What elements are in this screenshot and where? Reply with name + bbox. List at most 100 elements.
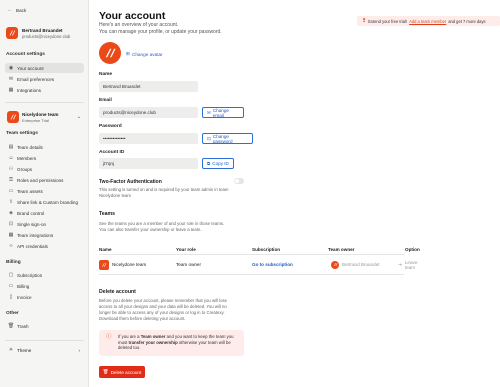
account-id-label: Account ID	[99, 150, 125, 155]
chevron-down-icon: ⌄	[76, 114, 81, 120]
go-to-subscription-link[interactable]: Go to subscription	[252, 255, 293, 274]
section-title-other: Other	[6, 311, 19, 316]
banner-prefix: Extend your free trial!	[368, 18, 408, 24]
page-subtitle-2: You can manage your profile, or update y…	[99, 29, 222, 35]
arrow-left-icon: ←	[7, 7, 13, 13]
sidebar-item-trash[interactable]: 🗑 Trash	[5, 321, 84, 331]
team-logo	[99, 259, 109, 270]
theme-label: Theme	[17, 347, 32, 353]
account-id-field: jt7qnj	[99, 158, 198, 169]
sidebar-item-team-details[interactable]: ▤ Team details	[5, 142, 84, 152]
column-header-subscription: Subscription	[252, 247, 281, 252]
name-label: Name	[99, 72, 113, 77]
sidebar-item-share-link[interactable]: ⇪ Share link & Custom branding	[5, 197, 84, 207]
sidebar-item-roles[interactable]: ⚿ Roles and permissions	[5, 175, 84, 185]
sidebar-item-members[interactable]: ☺ Members	[5, 153, 84, 163]
sidebar-item-email-preferences[interactable]: ✉ Email preferences	[5, 74, 84, 84]
add-team-member-link[interactable]: Add a team member	[409, 19, 446, 24]
user-name: Bertrand Bruandet	[22, 27, 63, 33]
box-icon: ▢	[8, 272, 14, 278]
sidebar-item-integrations[interactable]: ▦ Integrations	[5, 85, 84, 95]
table-row: Nicelydone team Team owner Go to subscri…	[99, 254, 417, 275]
mail-icon: ✉	[8, 76, 14, 82]
user-avatar	[6, 27, 18, 39]
image-icon: ⊞	[126, 51, 130, 56]
leave-team-button[interactable]: ⇥ Leave team	[398, 255, 417, 274]
section-title-account: Account settings	[6, 52, 45, 57]
sidebar-item-team-integrations[interactable]: ▦ Team integrations	[5, 230, 84, 240]
page-title: Your account	[99, 10, 166, 22]
sidebar-item-api-credentials[interactable]: ‹› API credentials	[5, 241, 84, 251]
brand-logo-icon	[333, 263, 337, 266]
ownership-alert: ⓘ If you are a Team owner and you want t…	[99, 330, 244, 356]
copy-icon: ⧉	[207, 161, 211, 166]
email-label: Email	[99, 98, 112, 103]
lock-icon: ⊡	[8, 221, 14, 227]
sidebar-item-sso[interactable]: ⊡ Single sign-on	[5, 219, 84, 229]
team-owner-cell: Bertrand Bruandet	[331, 255, 380, 274]
column-header-owner: Team owner	[328, 247, 355, 252]
change-password-button[interactable]: ⊡ Change password	[202, 133, 253, 144]
copy-id-button[interactable]: ⧉ Copy ID	[202, 158, 234, 169]
change-email-button[interactable]: ✉ Change email	[202, 107, 244, 118]
theme-switcher[interactable]: ☀ Theme ›	[5, 345, 84, 355]
brand-logo-icon	[9, 30, 16, 36]
teams-title: Teams	[99, 211, 116, 217]
users-icon: ⚇	[8, 166, 14, 172]
name-field[interactable]	[99, 81, 198, 92]
sidebar-item-brand-control[interactable]: ◈ Brand control	[5, 208, 84, 218]
section-title-team: Team settings	[6, 131, 38, 136]
profile-avatar[interactable]	[99, 42, 121, 64]
back-link[interactable]: ← Back	[7, 7, 27, 13]
code-icon: ‹›	[9, 243, 13, 249]
team-role-cell: Team owner	[176, 262, 202, 267]
chevron-right-icon: ›	[78, 347, 80, 353]
sidebar-item-your-account[interactable]: ◉ Your account	[5, 63, 84, 73]
banner-suffix: and get 7 more days	[448, 18, 486, 24]
owner-avatar	[331, 260, 339, 269]
sidebar-item-invoice[interactable]: ▯ Invoice	[5, 292, 84, 302]
sidebar-item-groups[interactable]: ⚇ Groups	[5, 164, 84, 174]
trash-icon: 🗑	[7, 323, 15, 329]
two-factor-toggle[interactable]	[234, 178, 244, 184]
leave-icon: ⇥	[398, 261, 402, 267]
lock-icon: ⊡	[207, 135, 211, 141]
email-field[interactable]: products@niceydone.club	[99, 107, 198, 118]
brand-logo-icon	[10, 114, 17, 120]
sidebar-item-subscription[interactable]: ▢ Subscription	[5, 270, 84, 280]
brand-icon: ◈	[9, 210, 13, 216]
teams-note-2: You can also transfer your ownership or …	[99, 227, 202, 232]
change-avatar-button[interactable]: ⊞ Change avatar	[126, 51, 163, 57]
card-icon: ▭	[8, 283, 14, 289]
key-icon: ⚿	[9, 177, 13, 183]
divider	[5, 102, 84, 103]
sidebar-item-billing[interactable]: ▭ Billing	[5, 281, 84, 291]
folder-icon: ▭	[8, 188, 14, 194]
delete-note-4: Download them before deleting your accou…	[99, 316, 186, 321]
info-icon: ⓘ	[106, 334, 112, 340]
user-email: products@niceydone.club	[22, 33, 71, 39]
password-field[interactable]: ••••••••••••••	[99, 133, 198, 144]
column-header-role: Your role	[176, 247, 196, 252]
mail-icon: ✉	[207, 109, 211, 115]
divider	[5, 340, 84, 341]
column-header-name: Name	[99, 247, 112, 252]
user-circle-icon: ◉	[8, 65, 14, 71]
password-label: Password	[99, 124, 122, 129]
two-factor-note-2: Nicelydone team	[99, 193, 132, 198]
grid-icon: ▦	[8, 232, 14, 238]
section-title-billing: Billing	[6, 260, 21, 265]
brand-logo-icon	[102, 262, 107, 267]
warning-icon: ❢	[362, 18, 367, 24]
trial-banner: ❢ Extend your free trial! Add a team mem…	[357, 16, 500, 26]
two-factor-title: Two-Factor Authentication	[99, 179, 162, 185]
delete-account-button[interactable]: 🗑 Delete account	[99, 366, 145, 378]
delete-account-title: Delete account	[99, 289, 136, 295]
user-profile: Bertrand Bruandet products@niceydone.clu…	[6, 27, 70, 39]
team-switcher[interactable]: Nicelydone team Enterprise Trial ⌄	[5, 109, 84, 125]
sun-icon: ☀	[8, 347, 14, 353]
document-icon: ▯	[9, 294, 13, 300]
sidebar-item-team-assets[interactable]: ▭ Team assets	[5, 186, 84, 196]
brand-logo-icon	[105, 48, 116, 58]
team-name: Nicelydone team	[22, 111, 59, 117]
